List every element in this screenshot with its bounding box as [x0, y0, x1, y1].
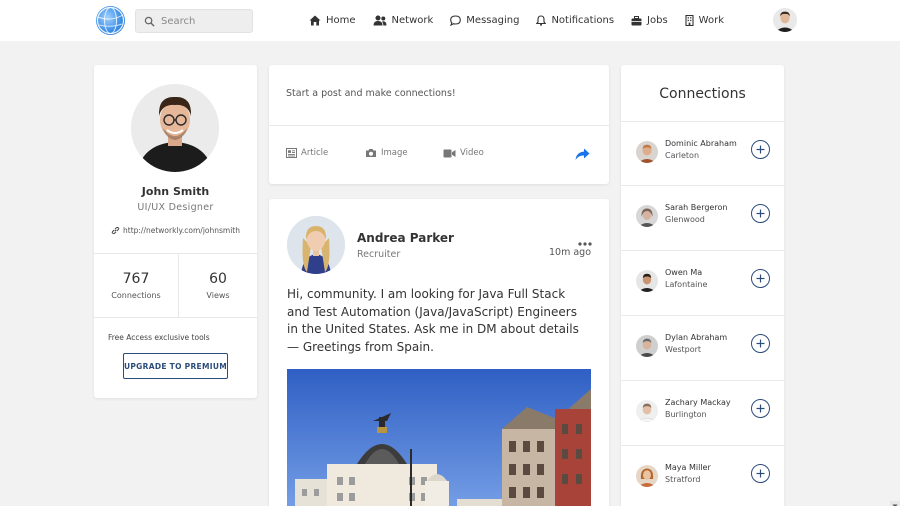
briefcase-icon [631, 15, 642, 26]
connection-item[interactable]: Maya Miller Stratford [621, 445, 784, 506]
plus-icon [756, 274, 765, 283]
connection-name: Owen Ma [665, 268, 703, 277]
connection-name: Sarah Bergeron [665, 203, 728, 212]
connection-avatar[interactable] [636, 400, 658, 422]
nav-network-label: Network [391, 15, 434, 26]
connection-avatar[interactable] [636, 465, 658, 487]
article-icon [286, 148, 297, 158]
connection-city: Carleton [665, 151, 700, 160]
connections-card: Connections Dominic Abraham Carleton Sar… [621, 65, 784, 506]
connection-name: Dylan Abraham [665, 333, 728, 342]
search-icon [144, 16, 155, 27]
premium-promo-text: Free Access exclusive tools [108, 333, 210, 342]
post-image-label: Image [381, 148, 408, 158]
post-author-role: Recruiter [357, 249, 401, 260]
plus-icon [756, 469, 765, 478]
divider [94, 317, 257, 318]
post-article-button[interactable]: Article [286, 148, 328, 158]
post-image-button[interactable]: Image [365, 148, 408, 158]
upgrade-premium-button[interactable]: UPGRADE TO PREMIUM [123, 353, 228, 379]
nav-work[interactable]: Work [685, 15, 724, 26]
scrollbar-down-arrow[interactable] [890, 496, 900, 506]
globe-logo-icon[interactable] [96, 6, 125, 35]
connections-count[interactable]: 767 [94, 271, 178, 287]
search-input[interactable] [161, 15, 249, 27]
connection-item[interactable]: Zachary Mackay Burlington [621, 380, 784, 445]
users-icon [373, 15, 387, 26]
post-composer-input[interactable]: Start a post and make connections! [286, 88, 456, 99]
connection-avatar[interactable] [636, 335, 658, 357]
add-connection-button[interactable] [751, 399, 770, 418]
profile-url-link[interactable]: http://networkly.com/johnsmith [94, 226, 257, 235]
bell-icon [536, 15, 547, 26]
profile-card: John Smith UI/UX Designer http://network… [94, 65, 257, 398]
main-nav: Home Network Messaging Notifications Job… [309, 0, 741, 41]
nav-jobs-label: Jobs [647, 15, 668, 26]
connection-item[interactable]: Dominic Abraham Carleton [621, 121, 784, 186]
search-box[interactable] [135, 9, 253, 33]
top-navigation-bar: Home Network Messaging Notifications Job… [0, 0, 900, 41]
post-video-button[interactable]: Video [443, 148, 484, 158]
post-body-text: Hi, community. I am looking for Java Ful… [287, 287, 579, 354]
plus-icon [756, 209, 765, 218]
post-image[interactable] [287, 369, 591, 506]
post-author-avatar[interactable] [287, 216, 345, 274]
connection-city: Glenwood [665, 215, 705, 224]
profile-name: John Smith [141, 185, 210, 198]
nav-jobs[interactable]: Jobs [631, 15, 668, 26]
nav-home[interactable]: Home [309, 15, 356, 26]
connections-title: Connections [659, 86, 746, 102]
chat-icon [450, 15, 462, 26]
connections-label: Connections [111, 291, 161, 300]
connection-name: Dominic Abraham [665, 139, 737, 148]
views-label: Views [206, 291, 230, 300]
nav-messaging[interactable]: Messaging [450, 15, 519, 26]
post-composer-card: Start a post and make connections! Artic… [269, 65, 609, 184]
add-connection-button[interactable] [751, 269, 770, 288]
connection-item[interactable]: Dylan Abraham Westport [621, 315, 784, 380]
connection-city: Burlington [665, 410, 707, 419]
add-connection-button[interactable] [751, 204, 770, 223]
nav-work-label: Work [698, 15, 724, 26]
divider [94, 253, 257, 254]
home-icon [309, 15, 321, 26]
feed-post-card: Andrea Parker Recruiter 10m ago Hi, comm… [269, 199, 609, 506]
nav-notifications-label: Notifications [551, 15, 615, 26]
connection-city: Westport [665, 345, 702, 354]
nav-network[interactable]: Network [373, 15, 434, 26]
connection-name: Maya Miller [665, 463, 711, 472]
profile-url-text: http://networkly.com/johnsmith [123, 226, 240, 235]
profile-avatar[interactable] [131, 84, 219, 172]
connection-city: Stratford [665, 475, 701, 484]
nav-home-label: Home [326, 15, 356, 26]
plus-icon [756, 339, 765, 348]
camera-icon [365, 148, 377, 158]
nav-messaging-label: Messaging [466, 15, 520, 26]
connection-city: Lafontaine [665, 280, 708, 289]
connection-avatar[interactable] [636, 270, 658, 292]
post-video-label: Video [460, 148, 484, 158]
connection-avatar[interactable] [636, 205, 658, 227]
building-icon [685, 15, 694, 26]
connection-name: Zachary Mackay [665, 398, 731, 407]
add-connection-button[interactable] [751, 140, 770, 159]
nav-notifications[interactable]: Notifications [536, 15, 614, 26]
views-count[interactable]: 60 [176, 271, 260, 287]
connection-avatar[interactable] [636, 141, 658, 163]
user-avatar[interactable] [773, 8, 797, 32]
post-timestamp: 10m ago [549, 247, 592, 258]
post-author-name[interactable]: Andrea Parker [357, 231, 454, 245]
plus-icon [756, 145, 765, 154]
connection-item[interactable]: Owen Ma Lafontaine [621, 250, 784, 315]
profile-title: UI/UX Designer [137, 202, 214, 213]
post-article-label: Article [301, 148, 329, 158]
connection-item[interactable]: Sarah Bergeron Glenwood [621, 185, 784, 250]
plus-icon [756, 404, 765, 413]
share-arrow-icon[interactable] [575, 146, 590, 165]
divider [269, 125, 609, 126]
video-icon [443, 149, 456, 158]
link-icon [111, 226, 120, 235]
add-connection-button[interactable] [751, 334, 770, 353]
add-connection-button[interactable] [751, 464, 770, 483]
